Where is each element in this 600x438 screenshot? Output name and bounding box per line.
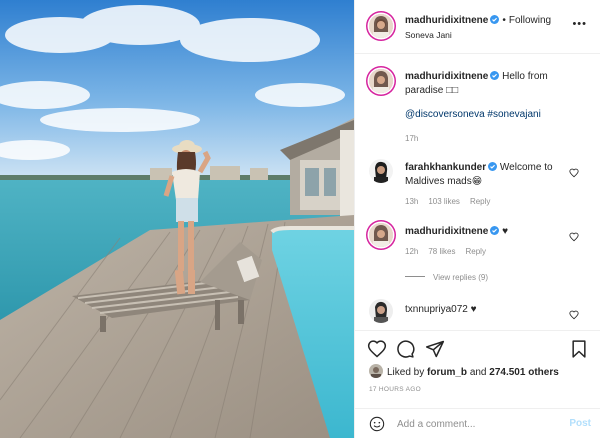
caption-emoji: □□ [446, 85, 459, 96]
comment-likes[interactable]: 78 likes [428, 247, 455, 256]
comment-text: ♥ [470, 304, 477, 315]
comment-input[interactable] [397, 416, 557, 432]
post-comment-button[interactable]: Post [569, 418, 591, 429]
share-icon[interactable] [425, 339, 445, 359]
comment-likes[interactable]: 103 likes [428, 197, 460, 206]
comments-list[interactable]: madhuridixitnene Hello from paradise □□ … [355, 55, 600, 325]
post-header: madhuridixitnene • Following Soneva Jani •… [355, 0, 600, 54]
caption-body: madhuridixitnene Hello from paradise □□ … [405, 70, 565, 146]
post-side-panel: madhuridixitnene • Following Soneva Jani •… [354, 0, 600, 438]
liked-by-user[interactable]: forum_b [427, 367, 467, 378]
caption-tags[interactable]: @discoversoneva #sonevajani [405, 108, 565, 122]
liked-by-and: and [469, 367, 487, 378]
commenter-avatar[interactable] [369, 223, 393, 247]
replies-divider [405, 276, 425, 277]
verified-icon [490, 71, 500, 80]
comment-meta: 12h 78 likes Reply [405, 245, 565, 259]
reply-button[interactable]: Reply [470, 197, 490, 206]
comment-body: txnnupriya072 ♥ [405, 303, 565, 317]
comment-body: madhuridixitnene ♥ 12h 78 likes Reply [405, 225, 565, 259]
caption-author-avatar[interactable] [369, 69, 393, 93]
commenter-avatar[interactable] [369, 299, 393, 323]
comment-time[interactable]: 13h [405, 197, 418, 206]
author-line: madhuridixitnene • Following [405, 15, 551, 26]
post-location[interactable]: Soneva Jani [405, 30, 452, 40]
comment-icon[interactable] [395, 339, 415, 359]
author-username[interactable]: madhuridixitnene [405, 15, 488, 26]
follow-status-button[interactable]: Following [509, 15, 551, 26]
verified-icon [488, 162, 498, 171]
verified-icon [490, 15, 500, 24]
liker-avatar[interactable] [369, 364, 383, 378]
bookmark-icon[interactable] [569, 339, 589, 359]
smiley-icon[interactable] [369, 416, 385, 432]
comment-meta: 13h 103 likes Reply [405, 195, 565, 209]
comment-composer: Post [355, 408, 600, 438]
view-replies-label: View replies (9) [433, 273, 488, 282]
comment-body: farahkhankunder Welcome to Maldives mads… [405, 161, 565, 209]
comment-username[interactable]: txnnupriya072 [405, 304, 468, 315]
comment-heart-icon[interactable] [569, 310, 579, 320]
heart-icon[interactable] [367, 339, 387, 359]
verified-icon [490, 226, 500, 235]
reply-button[interactable]: Reply [465, 247, 485, 256]
post-photo[interactable] [0, 0, 354, 438]
comment-heart-icon[interactable] [569, 232, 579, 242]
post-time-ago[interactable]: 17 HOURS AGO [369, 386, 421, 393]
likes-count[interactable]: 274.501 others [489, 367, 559, 378]
caption-time[interactable]: 17h [405, 134, 418, 143]
liked-by-row: Liked by forum_b and 274.501 others [369, 364, 559, 378]
separator-dot: • [502, 15, 506, 26]
view-replies-button[interactable]: View replies (9) [405, 273, 488, 282]
comment-username[interactable]: farahkhankunder [405, 162, 486, 173]
comment-username[interactable]: madhuridixitnene [405, 226, 488, 237]
caption-username[interactable]: madhuridixitnene [405, 71, 488, 82]
comment-heart-icon[interactable] [569, 168, 579, 178]
commenter-avatar[interactable] [369, 159, 393, 183]
more-icon[interactable]: ••• [572, 18, 587, 30]
comment-text: ♥ [502, 226, 509, 237]
author-avatar[interactable] [369, 14, 393, 38]
caption-meta: 17h [405, 132, 565, 146]
liked-by-prefix: Liked by [387, 367, 425, 378]
comment-time[interactable]: 12h [405, 247, 418, 256]
